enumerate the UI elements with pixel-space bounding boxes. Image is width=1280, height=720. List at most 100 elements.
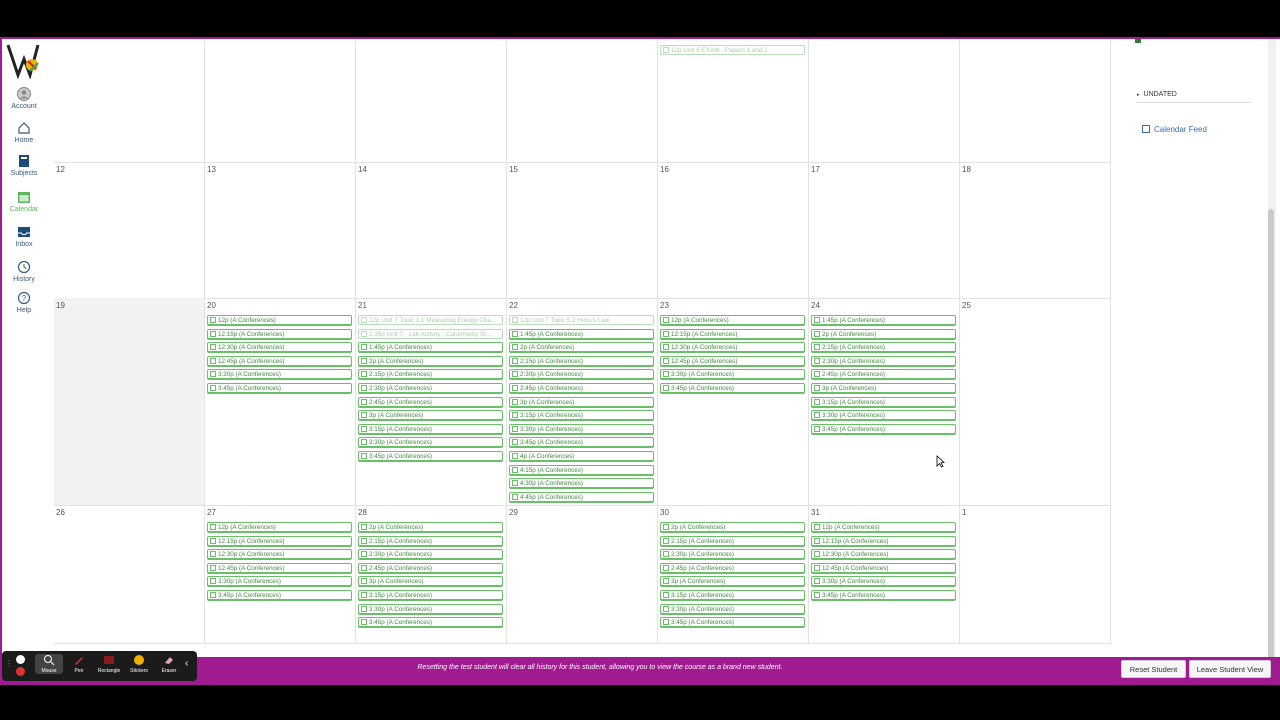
calendar-event[interactable]: 2:15p (A Conferences) [811, 342, 956, 353]
calendar-day-cell[interactable]: 26 [54, 505, 205, 643]
reset-student-button[interactable]: Reset Student [1121, 660, 1186, 678]
calendar-event[interactable]: 2:45p (A Conferences) [660, 562, 805, 573]
tool-eraser[interactable]: Eraser [155, 654, 183, 674]
calendar-day-cell[interactable]: 30 2p (A Conferences) 2:15p (A Conferences… [658, 505, 809, 643]
calendar-event[interactable]: 3:15p (A Conferences) [358, 423, 503, 434]
undated-toggle[interactable]: ▸ UNDATED [1137, 88, 1252, 103]
page-scrollbar[interactable] [1268, 39, 1276, 664]
calendar-event[interactable]: 12:30p (A Conferences) [811, 549, 956, 560]
calendar-event[interactable]: 3:45p (A Conferences) [358, 617, 503, 628]
nav-inbox[interactable]: Inbox [2, 225, 46, 248]
drag-handle-icon[interactable]: ⋮ [5, 659, 13, 668]
calendar-event[interactable]: 3p (A Conferences) [811, 383, 956, 393]
calendar-day-cell[interactable]: 29 [507, 505, 658, 643]
calendar-day-cell[interactable]: 24 1:45p (A Conferences) 2p (A Conferences… [809, 298, 960, 505]
calendar-event[interactable]: 1:45p (A Conferences) [509, 328, 654, 339]
calendar-feed-link[interactable]: Calendar Feed [1142, 125, 1207, 134]
calendar-day-cell[interactable]: 1 [960, 505, 1111, 643]
calendar-day-cell[interactable] [507, 39, 658, 162]
calendar-event[interactable]: 12p (A Conferences) [660, 315, 805, 325]
calendar-event[interactable]: 4:45p (A Conferences) [509, 491, 654, 502]
calendar-day-cell[interactable]: 14 [356, 162, 507, 298]
tool-stickers[interactable]: Stickers [125, 654, 153, 674]
calendar-event[interactable]: 12:45p (A Conferences) [811, 562, 956, 573]
calendar-event[interactable]: 2:45p (A Conferences) [509, 383, 654, 393]
calendar-day-cell[interactable]: 21 12p Unit 7 Topic 3.1 Measuring Energy … [356, 298, 507, 505]
nav-account[interactable]: Account [2, 87, 46, 110]
calendar-day-cell[interactable] [356, 39, 507, 162]
calendar-event[interactable]: 12:30p (A Conferences) [660, 342, 805, 353]
calendar-event[interactable]: 3:15p (A Conferences) [358, 590, 503, 600]
nav-home[interactable]: Home [2, 121, 46, 144]
calendar-event[interactable]: 3:30p (A Conferences) [811, 576, 956, 587]
calendar-event[interactable]: 3:30p (A Conferences) [660, 603, 805, 614]
calendar-day-cell[interactable]: 23 12p (A Conferences) 12:15p (A Conferenc… [658, 298, 809, 505]
calendar-event[interactable]: 2:45p (A Conferences) [811, 369, 956, 380]
calendar-day-cell[interactable]: 12 [54, 162, 205, 298]
calendar-event[interactable]: 2:30p (A Conferences) [660, 549, 805, 560]
calendar-event[interactable]: 3:15p (A Conferences) [811, 396, 956, 407]
calendar-event[interactable]: 12:45p (A Conferences) [207, 562, 352, 573]
calendar-event[interactable]: 3:30p (A Conferences) [207, 369, 352, 380]
calendar-event[interactable]: 12p Unit 7 Topic 5.2 Hess's Law [509, 315, 654, 325]
calendar-day-cell[interactable] [960, 39, 1111, 162]
calendar-day-cell[interactable] [54, 39, 205, 162]
nav-help[interactable]: ? Help [2, 291, 46, 314]
calendar-event[interactable]: 2p (A Conferences) [509, 342, 654, 353]
calendar-event[interactable]: 2p (A Conferences) [358, 355, 503, 366]
calendar-day-cell[interactable]: 22 12p Unit 7 Topic 5.2 Hess's Law 1:45p (… [507, 298, 658, 505]
calendar-event[interactable]: 2:30p (A Conferences) [811, 355, 956, 366]
calendar-event[interactable]: 3:45p (A Conferences) [811, 590, 956, 600]
calendar-event[interactable]: 2:45p (A Conferences) [358, 396, 503, 407]
calendar-day-cell[interactable]: 16 [658, 162, 809, 298]
calendar-event[interactable]: 2p (A Conferences) [811, 328, 956, 339]
calendar-event[interactable]: 12:15p (A Conferences) [811, 535, 956, 546]
calendar-event[interactable]: 3:30p (A Conferences) [660, 369, 805, 380]
calendar-event[interactable]: 2:15p (A Conferences) [660, 535, 805, 546]
leave-student-view-button[interactable]: Leave Student View [1189, 660, 1271, 678]
calendar-day-cell[interactable]: 17 [809, 162, 960, 298]
calendar-day-cell[interactable]: 12p Unit 6 EXAM - Papers 1 and 2 [658, 39, 809, 162]
calendar-day-cell[interactable]: 27 12p (A Conferences) 12:15p (A Conferenc… [205, 505, 356, 643]
calendar-event[interactable]: 12:45p (A Conferences) [660, 355, 805, 366]
institution-logo[interactable] [4, 41, 42, 79]
calendar-event[interactable]: 12p Unit 6 EXAM - Papers 1 and 2 [660, 45, 805, 55]
calendar-event[interactable]: 12:45p (A Conferences) [207, 355, 352, 366]
calendar-event[interactable]: 3p (A Conferences) [509, 396, 654, 407]
calendar-event[interactable]: 2:30p (A Conferences) [509, 369, 654, 380]
calendar-day-cell[interactable]: 28 2p (A Conferences) 2:15p (A Conferences… [356, 505, 507, 643]
calendar-event[interactable]: 3:30p (A Conferences) [207, 576, 352, 587]
calendar-event[interactable]: 2p (A Conferences) [660, 522, 805, 532]
calendar-event[interactable]: 4:30p (A Conferences) [509, 478, 654, 489]
calendar-event[interactable]: 1:45p (A Conferences) [358, 342, 503, 353]
tool-mouse[interactable]: Mouse [35, 654, 63, 674]
calendar-event[interactable]: 12:15p (A Conferences) [207, 535, 352, 546]
calendar-day-cell[interactable]: 18 [960, 162, 1111, 298]
calendar-day-cell[interactable]: 13 [205, 162, 356, 298]
calendar-event[interactable]: 3:45p (A Conferences) [207, 590, 352, 600]
calendar-event[interactable]: 12:15p (A Conferences) [660, 328, 805, 339]
calendar-event[interactable]: 3:15p (A Conferences) [660, 590, 805, 600]
calendar-event[interactable]: 3:45p (A Conferences) [660, 617, 805, 628]
tool-rectangle[interactable]: Rectangle [95, 654, 123, 674]
calendar-event[interactable]: 12:30p (A Conferences) [207, 342, 352, 353]
calendar-event[interactable]: 12p Unit 7 Topic 3.1 Measuring Energy Ch… [358, 315, 503, 325]
tool-pen[interactable]: Pen [65, 654, 93, 674]
calendar-event[interactable]: 2:15p (A Conferences) [358, 535, 503, 546]
calendar-event[interactable]: 3:45p (A Conferences) [358, 451, 503, 461]
calendar-event[interactable]: 1:35p Unit 7 - Lab Activity - Calorimetr… [358, 328, 503, 339]
calendar-day-cell[interactable]: 15 [507, 162, 658, 298]
calendar-event[interactable]: 2:45p (A Conferences) [358, 562, 503, 573]
nav-calendar[interactable]: Calendar [2, 190, 46, 213]
calendar-event[interactable]: 12:15p (A Conferences) [207, 328, 352, 339]
calendar-day-cell[interactable]: 31 12p (A Conferences) 12:15p (A Conferenc… [809, 505, 960, 643]
calendar-event[interactable]: 12p (A Conferences) [207, 522, 352, 532]
calendar-event[interactable]: 4p (A Conferences) [509, 451, 654, 461]
nav-history[interactable]: History [2, 260, 46, 283]
calendar-event[interactable]: 3p (A Conferences) [358, 410, 503, 421]
calendar-event[interactable]: 12:30p (A Conferences) [207, 549, 352, 560]
calendar-event[interactable]: 3:45p (A Conferences) [660, 383, 805, 393]
calendar-event[interactable]: 4:15p (A Conferences) [509, 464, 654, 475]
calendar-day-cell[interactable]: 19 [54, 298, 205, 505]
calendar-event[interactable]: 2:15p (A Conferences) [358, 369, 503, 380]
